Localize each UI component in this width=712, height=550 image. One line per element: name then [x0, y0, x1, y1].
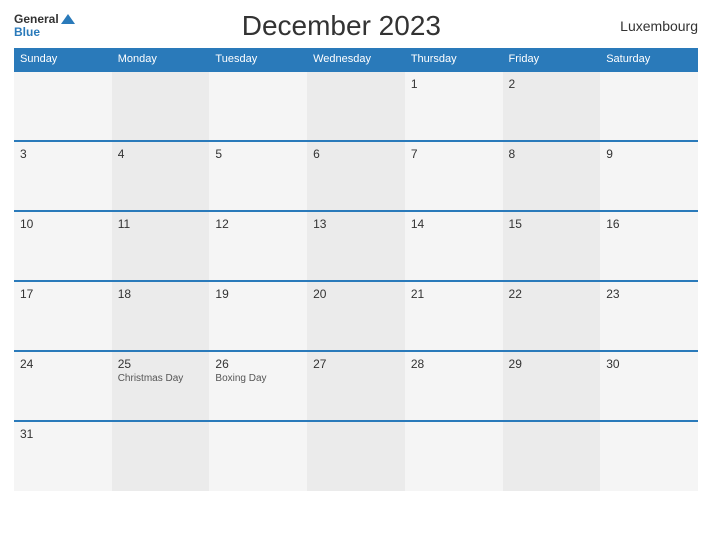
calendar-day-cell: [209, 71, 307, 141]
day-number: 28: [411, 357, 497, 371]
calendar-day-cell: 25 Christmas Day: [112, 351, 210, 421]
day-number: 22: [509, 287, 595, 301]
calendar-day-cell: 3: [14, 141, 112, 211]
calendar-day-cell: [600, 421, 698, 491]
calendar-week-row: 17 18 19 20 21 22 23: [14, 281, 698, 351]
calendar-page: General Blue December 2023 Luxembourg Su…: [0, 0, 712, 550]
day-number: 31: [20, 427, 106, 441]
day-number: 10: [20, 217, 106, 231]
calendar-day-cell: 23: [600, 281, 698, 351]
calendar-day-cell: 14: [405, 211, 503, 281]
calendar-day-cell: [307, 71, 405, 141]
calendar-day-cell: 26 Boxing Day: [209, 351, 307, 421]
day-number: 25: [118, 357, 204, 371]
calendar-day-cell: 5: [209, 141, 307, 211]
calendar-day-cell: 21: [405, 281, 503, 351]
calendar-week-row: 3456789: [14, 141, 698, 211]
day-number: 20: [313, 287, 399, 301]
header: General Blue December 2023 Luxembourg: [14, 10, 698, 42]
col-friday: Friday: [503, 48, 601, 71]
calendar-day-cell: 27: [307, 351, 405, 421]
calendar-day-cell: [405, 421, 503, 491]
day-number: 27: [313, 357, 399, 371]
calendar-day-cell: 29: [503, 351, 601, 421]
col-wednesday: Wednesday: [307, 48, 405, 71]
day-number: 4: [118, 147, 204, 161]
day-number: 1: [411, 77, 497, 91]
day-number: 29: [509, 357, 595, 371]
day-number: 14: [411, 217, 497, 231]
calendar-week-row: 12: [14, 71, 698, 141]
calendar-day-cell: 4: [112, 141, 210, 211]
day-number: 8: [509, 147, 595, 161]
day-number: 21: [411, 287, 497, 301]
holiday-label: Boxing Day: [215, 373, 301, 384]
day-number: 26: [215, 357, 301, 371]
calendar-day-cell: [600, 71, 698, 141]
calendar-day-cell: 13: [307, 211, 405, 281]
col-saturday: Saturday: [600, 48, 698, 71]
calendar-day-cell: 24: [14, 351, 112, 421]
calendar-title: December 2023: [75, 10, 608, 42]
day-number: 9: [606, 147, 692, 161]
calendar-day-cell: 12: [209, 211, 307, 281]
calendar-day-cell: 10: [14, 211, 112, 281]
calendar-day-cell: 8: [503, 141, 601, 211]
calendar-week-row: 24 25 Christmas Day 26 Boxing Day 27 28 29 30: [14, 351, 698, 421]
calendar-day-cell: 20: [307, 281, 405, 351]
calendar-week-row: 31: [14, 421, 698, 491]
calendar-day-cell: 2: [503, 71, 601, 141]
calendar-day-cell: [14, 71, 112, 141]
col-monday: Monday: [112, 48, 210, 71]
calendar-day-cell: [503, 421, 601, 491]
calendar-day-cell: 7: [405, 141, 503, 211]
day-number: 6: [313, 147, 399, 161]
calendar-day-cell: 11: [112, 211, 210, 281]
calendar-day-cell: 28: [405, 351, 503, 421]
calendar-day-cell: [112, 421, 210, 491]
day-number: 2: [509, 77, 595, 91]
calendar-day-cell: 16: [600, 211, 698, 281]
calendar-day-cell: 6: [307, 141, 405, 211]
calendar-day-cell: 15: [503, 211, 601, 281]
day-number: 13: [313, 217, 399, 231]
calendar-day-cell: [112, 71, 210, 141]
day-number: 24: [20, 357, 106, 371]
holiday-label: Christmas Day: [118, 373, 204, 384]
day-number: 16: [606, 217, 692, 231]
calendar-day-cell: 17: [14, 281, 112, 351]
day-number: 15: [509, 217, 595, 231]
calendar-day-cell: 31: [14, 421, 112, 491]
logo-blue: Blue: [14, 26, 75, 39]
day-number: 3: [20, 147, 106, 161]
col-sunday: Sunday: [14, 48, 112, 71]
day-number: 23: [606, 287, 692, 301]
calendar-table: Sunday Monday Tuesday Wednesday Thursday…: [14, 48, 698, 491]
calendar-day-cell: [307, 421, 405, 491]
calendar-day-cell: 9: [600, 141, 698, 211]
day-number: 7: [411, 147, 497, 161]
col-thursday: Thursday: [405, 48, 503, 71]
day-number: 5: [215, 147, 301, 161]
day-number: 30: [606, 357, 692, 371]
day-number: 19: [215, 287, 301, 301]
calendar-day-cell: [209, 421, 307, 491]
calendar-week-row: 10 11 12 13 14 15 16: [14, 211, 698, 281]
day-number: 12: [215, 217, 301, 231]
col-tuesday: Tuesday: [209, 48, 307, 71]
calendar-day-cell: 19: [209, 281, 307, 351]
days-header-row: Sunday Monday Tuesday Wednesday Thursday…: [14, 48, 698, 71]
day-number: 11: [118, 217, 204, 231]
day-number: 18: [118, 287, 204, 301]
logo-triangle-icon: [61, 14, 75, 24]
country-label: Luxembourg: [608, 18, 698, 34]
calendar-day-cell: 22: [503, 281, 601, 351]
calendar-day-cell: 30: [600, 351, 698, 421]
logo: General Blue: [14, 13, 75, 39]
calendar-day-cell: 1: [405, 71, 503, 141]
calendar-day-cell: 18: [112, 281, 210, 351]
day-number: 17: [20, 287, 106, 301]
